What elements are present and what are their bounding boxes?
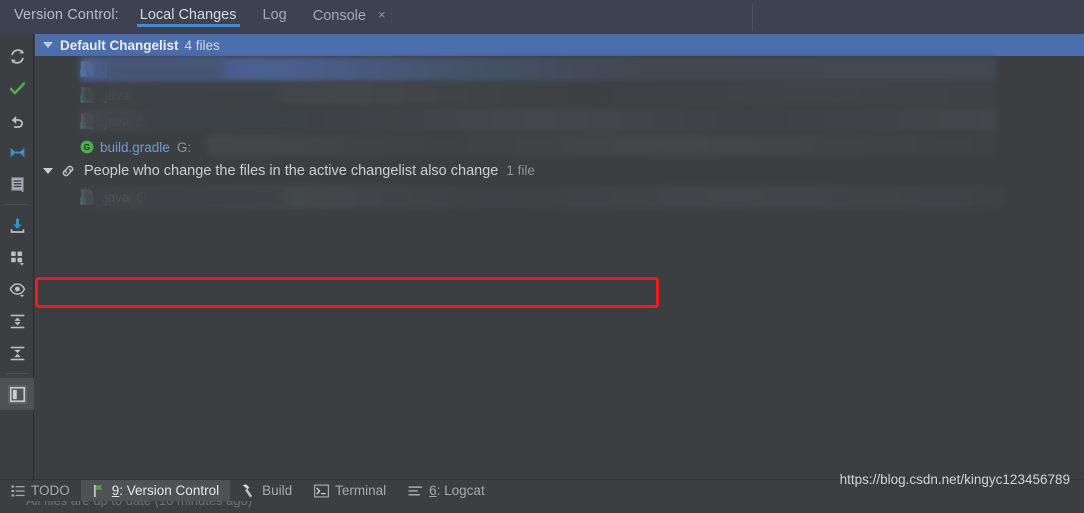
changelist-file-count: 4 files [184, 37, 220, 53]
java-file-icon: J [80, 87, 94, 103]
shelf-list-icon [9, 176, 26, 193]
chevron-down-icon[interactable] [43, 167, 53, 174]
file-path: G: [136, 113, 151, 129]
svg-text:J: J [82, 198, 86, 205]
preview-diff-icon [8, 281, 26, 298]
collapse-all-button[interactable] [0, 337, 34, 369]
status-message-cutoff: All files are up to date (10 minutes ago… [0, 501, 1084, 513]
terminal-prompt-icon [314, 484, 330, 498]
java-file-icon: J [80, 61, 94, 77]
group-by-button[interactable] [0, 241, 34, 273]
status-bar: TODO 9 : Version Control Build Terminal … [0, 472, 1084, 502]
prediction-group-row[interactable]: People who change the files in the activ… [35, 157, 1084, 308]
preview-diff-button[interactable] [0, 273, 34, 305]
java-file-icon: J [80, 189, 94, 205]
svg-text:J: J [82, 122, 86, 129]
tab-bar-divider [752, 3, 753, 31]
shelve-icon [9, 144, 26, 161]
file-name: build.gradle [100, 139, 170, 155]
refresh-button[interactable] [0, 40, 34, 72]
update-project-button[interactable] [0, 209, 34, 241]
watermark-url: https://blog.csdn.net/kingyc123456789 [839, 472, 1070, 487]
tab-console-label: Console [312, 8, 366, 24]
close-icon[interactable]: × [378, 7, 386, 22]
shelf-button[interactable] [0, 168, 34, 200]
version-control-branch-icon [93, 484, 103, 497]
refresh-icon [9, 48, 26, 65]
file-path: ( [136, 61, 142, 77]
status-item-logcat-label: : Logcat [436, 483, 485, 498]
changes-tree[interactable]: Default Changelist 4 files J .java ( J .… [35, 34, 1084, 479]
toggle-panel-button[interactable] [0, 378, 34, 410]
status-item-todo[interactable]: TODO [0, 480, 81, 502]
svg-text:J: J [82, 70, 86, 77]
tab-log[interactable]: Log [250, 0, 300, 34]
changelist-header-row[interactable]: Default Changelist 4 files [35, 34, 1084, 56]
tab-local-changes-label: Local Changes [139, 7, 237, 23]
rollback-icon [9, 112, 26, 129]
java-file-icon: J [80, 113, 94, 129]
file-path: G: [176, 139, 192, 155]
status-item-todo-label: TODO [31, 483, 70, 498]
status-item-build-label: Build [262, 483, 293, 498]
todo-list-icon [11, 485, 25, 496]
collapse-all-icon [9, 345, 26, 362]
toolbar-separator-2 [5, 373, 28, 374]
status-item-version-control[interactable]: 9 : Version Control [80, 479, 231, 502]
commit-check-icon [9, 80, 26, 97]
changelist-name: Default Changelist [60, 37, 179, 53]
file-name: .java [101, 113, 130, 129]
table-row[interactable]: J .java [35, 82, 1084, 108]
file-name: .java [101, 189, 130, 205]
highlight-box [35, 277, 659, 308]
vcs-toolbar [0, 34, 34, 479]
file-name: .java [101, 87, 130, 103]
prediction-text: People who change the files in the activ… [84, 162, 499, 179]
prediction-file-count: 1 file [506, 163, 535, 178]
commit-button[interactable] [0, 72, 34, 104]
svg-text:G: G [84, 142, 91, 152]
link-chain-icon [62, 165, 74, 176]
status-item-terminal-label: Terminal [335, 483, 387, 498]
tab-local-changes[interactable]: Local Changes [127, 0, 250, 34]
toolbar-separator [5, 204, 28, 205]
version-control-tool-window: Version Control: Local Changes Log Conso… [0, 0, 1084, 513]
status-item-build[interactable]: Build [230, 480, 303, 502]
toggle-panel-icon [9, 386, 26, 403]
logcat-lines-icon [408, 485, 423, 495]
tab-console[interactable]: Console × [300, 0, 399, 34]
rollback-button[interactable] [0, 104, 34, 136]
status-item-version-control-label: : Version Control [119, 483, 220, 498]
status-item-logcat[interactable]: 6 : Logcat [397, 480, 496, 502]
gradle-file-icon: G [80, 140, 94, 154]
tool-window-label: Version Control: [14, 7, 119, 23]
tab-bar: Version Control: Local Changes Log Conso… [0, 0, 1084, 34]
status-item-logcat-number: 6 [429, 483, 437, 498]
shelve-button[interactable] [0, 136, 34, 168]
chevron-down-icon[interactable] [43, 42, 53, 48]
file-path: G: [136, 189, 151, 205]
expand-all-icon [9, 313, 26, 330]
build-hammer-icon [242, 484, 253, 498]
status-item-terminal[interactable]: Terminal [303, 480, 397, 502]
table-row[interactable]: J .java ( [35, 56, 1084, 82]
status-message-text: All files are up to date (10 minutes ago… [26, 501, 252, 508]
status-item-version-control-number: 9 [111, 483, 120, 498]
group-by-icon [9, 249, 26, 266]
expand-all-button[interactable] [0, 305, 34, 337]
table-row[interactable]: J .java G: [35, 184, 1084, 210]
svg-text:J: J [82, 96, 86, 103]
file-name: .java [101, 61, 130, 77]
update-project-icon [9, 217, 26, 234]
table-row[interactable]: J .java G: [35, 108, 1084, 134]
tab-log-label: Log [262, 7, 287, 23]
